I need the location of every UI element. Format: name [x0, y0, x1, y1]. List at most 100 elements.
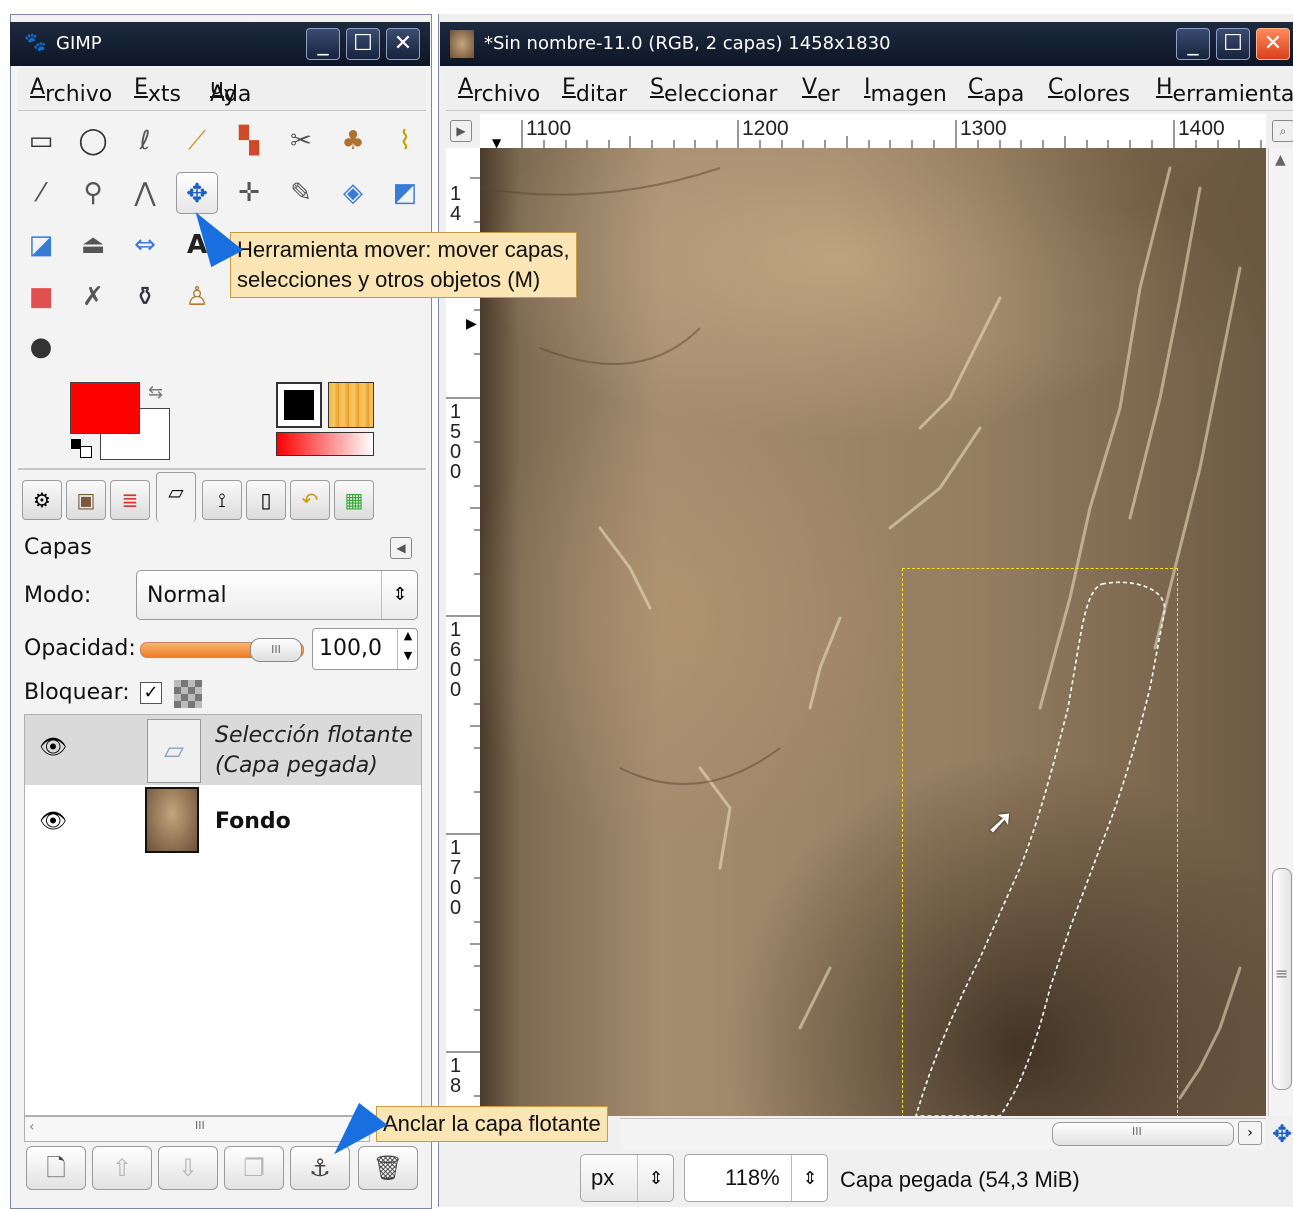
panel-menu-icon[interactable]: ◀: [390, 537, 412, 559]
minimize-button[interactable]: _: [1176, 28, 1210, 60]
minimize-button[interactable]: _: [306, 28, 340, 60]
dodge-burn-tool-icon[interactable]: ●: [20, 326, 62, 368]
menu-imagen[interactable]: Imagen: [864, 75, 947, 107]
lock-pixels-checkbox[interactable]: ✓: [140, 682, 162, 704]
shear-tool-icon[interactable]: ◪: [20, 224, 62, 266]
clone-tool-icon[interactable]: ♙: [176, 276, 218, 318]
ink-tool-icon[interactable]: ⚱: [124, 276, 166, 318]
perspective-tool-icon[interactable]: ⏏: [72, 224, 114, 266]
crop-tool-icon[interactable]: ✎: [280, 172, 322, 214]
menu-ayuda[interactable]: Ay u da: [210, 75, 251, 107]
duplicate-layer-button[interactable]: ❐: [224, 1146, 284, 1190]
ellipse-select-tool-icon[interactable]: ◯: [72, 120, 114, 162]
zoom-select[interactable]: 118% ⇕: [684, 1154, 828, 1202]
menu-colores[interactable]: Colores: [1048, 75, 1130, 107]
scissors-tool-icon[interactable]: ✂: [280, 120, 322, 162]
navigate-icon[interactable]: ⌕: [1272, 120, 1293, 142]
layers-scroll-grip: III: [195, 1119, 205, 1132]
foreground-color-swatch[interactable]: [70, 382, 140, 434]
bucket-fill-tool-icon[interactable]: ■: [20, 276, 62, 318]
hscroll-thumb[interactable]: [1052, 1122, 1234, 1146]
menu-exts[interactable]: Exts: [134, 75, 181, 107]
menu-archivo[interactable]: Archivo: [30, 75, 112, 107]
layers-hscrollbar[interactable]: ‹ III: [24, 1116, 370, 1142]
image-canvas[interactable]: ➚: [480, 148, 1266, 1116]
close-button[interactable]: ✕: [1256, 28, 1290, 60]
flip-tool-icon[interactable]: ⇔: [124, 224, 166, 266]
tab-images-icon[interactable]: ▯: [246, 480, 286, 520]
unit-select[interactable]: px ⇕: [580, 1154, 674, 1202]
lower-layer-button[interactable]: ⇩: [158, 1146, 218, 1190]
tab-palettes-icon[interactable]: ▦: [334, 480, 374, 520]
color-picker-tool-icon[interactable]: ⁄: [20, 172, 62, 214]
lock-alpha-icon[interactable]: [174, 680, 202, 708]
horizontal-ruler[interactable]: ▼ 1100 1200 1300 1400: [480, 114, 1266, 149]
rect-select-tool-icon[interactable]: ▭: [20, 120, 62, 162]
vruler-label-1600: 1600: [450, 619, 462, 701]
visibility-eye-icon[interactable]: 👁: [39, 735, 67, 760]
tab-device-status[interactable]: ▣: [66, 480, 106, 520]
floating-layer-thumbnail: ▱: [147, 719, 201, 783]
free-select-tool-icon[interactable]: ℓ: [124, 120, 166, 162]
spin-up-icon[interactable]: ▲: [397, 629, 418, 649]
opacity-slider-handle[interactable]: III: [250, 638, 302, 662]
toolbox-titlebar[interactable]: 🐾 GIMP _ ☐ ✕: [10, 22, 430, 66]
move-tooltip-line2: selecciones y otros objetos (M): [237, 267, 541, 292]
measure-tool-icon[interactable]: ⋀: [124, 172, 166, 214]
vruler-label-1700: 1700: [450, 837, 462, 919]
layer-row-floating[interactable]: 👁 ▱ Selección flotante (Capa pegada): [25, 715, 421, 785]
align-tool-icon[interactable]: ✛: [228, 172, 270, 214]
hruler-label-1100: 1100: [526, 117, 572, 140]
scroll-left-icon[interactable]: ‹: [29, 1119, 35, 1135]
menu-ver[interactable]: Ver: [802, 75, 840, 107]
menu-seleccionar[interactable]: Seleccionar: [650, 75, 777, 107]
navigation-cross-icon[interactable]: ✥: [1272, 1120, 1292, 1148]
zoom-tool-icon[interactable]: ⚲: [72, 172, 114, 214]
image-hscrollbar[interactable]: III ›: [620, 1118, 1266, 1149]
select-by-color-tool-icon[interactable]: ▚: [228, 120, 270, 162]
gradient-preview[interactable]: [276, 432, 374, 456]
close-button[interactable]: ✕: [386, 28, 420, 60]
scroll-right-icon[interactable]: ›: [1238, 1121, 1262, 1145]
new-layer-button[interactable]: 🗋: [26, 1146, 86, 1190]
anchor-tooltip: Anclar la capa flotante: [376, 1106, 608, 1142]
tab-paths-icon[interactable]: ⟟: [202, 480, 242, 520]
fuzzy-select-tool-icon[interactable]: ⟋: [176, 120, 218, 162]
fg-bg-swap-icon[interactable]: ⇆: [148, 382, 163, 403]
brush-preview[interactable]: [276, 382, 322, 428]
maximize-button[interactable]: ☐: [1216, 28, 1250, 60]
layers-panel-title: Capas: [24, 535, 92, 560]
tab-channels-icon[interactable]: ▱: [156, 472, 196, 522]
tab-layers-icon[interactable]: ≣: [110, 480, 150, 520]
foreground-select-tool-icon[interactable]: ♣: [332, 120, 374, 162]
opacity-spinbox[interactable]: 100,0 ▲ ▼: [312, 628, 418, 670]
paths-tool-icon[interactable]: ⌇: [384, 120, 426, 162]
maximize-button[interactable]: ☐: [346, 28, 380, 60]
menu-herramientas[interactable]: Herramientas: [1156, 75, 1293, 107]
image-vscrollbar[interactable]: ▲ ≡: [1268, 148, 1293, 1116]
tab-undo-icon[interactable]: ↶: [290, 480, 330, 520]
image-window-icon: [450, 30, 474, 58]
image-window-title: *Sin nombre-11.0 (RGB, 2 capas) 1458x183…: [484, 33, 891, 54]
layer-row-fondo[interactable]: 👁 Fondo: [25, 787, 421, 859]
image-titlebar[interactable]: *Sin nombre-11.0 (RGB, 2 capas) 1458x183…: [440, 22, 1293, 66]
quickmask-menu-icon[interactable]: ▶: [450, 120, 472, 142]
menu-archivo[interactable]: Archivo: [458, 75, 540, 107]
selection-outline[interactable]: [480, 148, 1266, 1116]
scroll-up-icon[interactable]: ▲: [1275, 152, 1286, 168]
zoom-arrow-icon: ⇕: [791, 1155, 828, 1201]
rotate-tool-icon[interactable]: ◈: [332, 172, 374, 214]
visibility-eye-icon[interactable]: 👁: [39, 809, 67, 834]
hruler-label-1400: 1400: [1178, 117, 1225, 140]
pattern-preview[interactable]: [328, 382, 374, 428]
brush-dot: [284, 390, 314, 420]
spin-down-icon[interactable]: ▼: [397, 649, 418, 669]
menu-capa[interactable]: Capa: [968, 75, 1024, 107]
mode-select[interactable]: Normal ⇕: [136, 570, 418, 620]
scale-tool-icon[interactable]: ◩: [384, 172, 426, 214]
tab-tool-options[interactable]: ⚙: [22, 480, 62, 520]
menu-editar[interactable]: Editar: [562, 75, 627, 107]
raise-layer-button[interactable]: ⇧: [92, 1146, 152, 1190]
pencil-tool-icon[interactable]: ✗: [72, 276, 114, 318]
delete-layer-button[interactable]: 🗑: [358, 1146, 418, 1190]
